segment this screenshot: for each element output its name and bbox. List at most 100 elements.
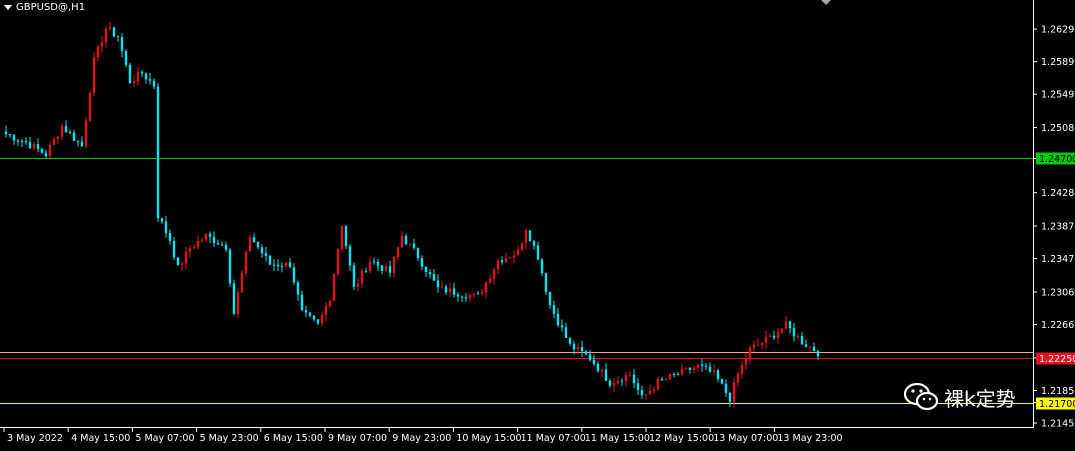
- candle-body: [100, 42, 104, 47]
- dropdown-triangle-icon[interactable]: [4, 5, 12, 10]
- candle-body: [340, 225, 344, 250]
- candle-body: [520, 242, 524, 250]
- price-tick-label: 1.23060: [1041, 287, 1075, 298]
- symbol-header[interactable]: GBPUSD@,H1: [4, 2, 85, 13]
- candle-body: [816, 351, 820, 357]
- candle-body: [584, 351, 588, 355]
- candle-body: [144, 73, 148, 80]
- candle-body: [416, 247, 420, 259]
- candle-body: [768, 335, 772, 337]
- candle-body: [692, 367, 696, 370]
- candlestick-chart[interactable]: 1.26290 1.25890 1.25490 1.25080 1.24700 1.242…: [0, 0, 1075, 447]
- price-tick-label: 1.25490: [1041, 90, 1075, 101]
- candle-body: [252, 237, 256, 243]
- candle-body: [812, 346, 816, 352]
- candle-body: [12, 135, 16, 141]
- candle-body: [712, 370, 716, 372]
- candle-body: [804, 344, 808, 347]
- price-tick-label: 1.25080: [1041, 123, 1075, 134]
- candle: [344, 225, 348, 249]
- candle-body: [588, 354, 592, 360]
- candle-body: [324, 305, 328, 315]
- candle-body: [180, 263, 184, 265]
- candle-body: [504, 258, 508, 263]
- candle-body: [364, 270, 368, 272]
- candle: [176, 256, 180, 266]
- candle-body: [280, 266, 284, 268]
- candle-body: [540, 259, 544, 274]
- candle-body: [184, 251, 188, 264]
- candle-body: [484, 282, 488, 293]
- candle-body: [612, 383, 616, 386]
- candle-body: [360, 270, 364, 284]
- candle-body: [308, 312, 312, 316]
- candle-body: [268, 255, 272, 265]
- candle-body: [276, 264, 280, 267]
- candle-body: [60, 125, 64, 137]
- candle-body: [536, 245, 540, 260]
- price-tick-label: 1.21850: [1041, 386, 1075, 397]
- candle-body: [72, 132, 76, 141]
- candle-body: [544, 273, 548, 292]
- candle-body: [80, 141, 84, 147]
- candle-body: [756, 344, 760, 346]
- candle-body: [172, 241, 176, 258]
- candle-body: [220, 244, 224, 246]
- candle-body: [344, 225, 348, 247]
- candle-body: [420, 258, 424, 267]
- candle-body: [352, 265, 356, 287]
- candle-body: [776, 332, 780, 339]
- candle-body: [248, 237, 252, 252]
- watermark: 裸k定势: [904, 382, 1016, 412]
- candle: [528, 230, 532, 242]
- plot-background: [0, 0, 1075, 447]
- candle-body: [168, 232, 172, 242]
- candle-body: [64, 125, 68, 133]
- candle-body: [680, 368, 684, 375]
- price-tick-label: 1.24280: [1041, 188, 1075, 199]
- candle-body: [528, 230, 532, 242]
- candle-body: [392, 257, 396, 273]
- candle-body: [200, 239, 204, 242]
- candle-body: [164, 221, 168, 233]
- candle-body: [128, 64, 132, 83]
- candle-body: [328, 300, 332, 306]
- time-tick-label: 11 May 15:00: [585, 433, 650, 444]
- candle-body: [228, 249, 232, 284]
- candle-body: [532, 241, 536, 246]
- chart-area[interactable]: 1.26290 1.25890 1.25490 1.25080 1.24700 1.242…: [0, 0, 1075, 447]
- candle-body: [96, 46, 100, 58]
- candle-body: [632, 374, 636, 384]
- candle-body: [284, 262, 288, 267]
- candle-body: [232, 283, 236, 314]
- time-tick-label: 4 May 15:00: [71, 433, 130, 444]
- candle-body: [104, 28, 108, 43]
- candle-body: [320, 314, 324, 324]
- red-level-label: 1.22250: [1039, 354, 1075, 365]
- candle-body: [672, 374, 676, 376]
- candle: [544, 272, 548, 296]
- candle-body: [28, 142, 32, 149]
- candle-body: [8, 134, 12, 136]
- price-tick-label: 1.23870: [1041, 222, 1075, 233]
- candle-body: [136, 71, 140, 82]
- candle-body: [152, 80, 156, 87]
- time-tick-label: 9 May 23:00: [392, 433, 451, 444]
- green-level-label: 1.24700: [1039, 154, 1075, 165]
- candle-body: [432, 274, 436, 281]
- candle-body: [728, 392, 732, 403]
- candle-body: [480, 292, 484, 295]
- candle-body: [740, 364, 744, 374]
- candle-body: [124, 50, 128, 65]
- candle-body: [700, 364, 704, 366]
- candle-body: [376, 261, 380, 266]
- candle-body: [204, 233, 208, 240]
- candle-body: [260, 247, 264, 254]
- candle: [92, 52, 96, 97]
- candle-body: [748, 347, 752, 359]
- candle-body: [44, 152, 48, 157]
- candle-body: [312, 315, 316, 320]
- candle-body: [636, 383, 640, 391]
- candle: [236, 288, 240, 319]
- candle-body: [240, 273, 244, 293]
